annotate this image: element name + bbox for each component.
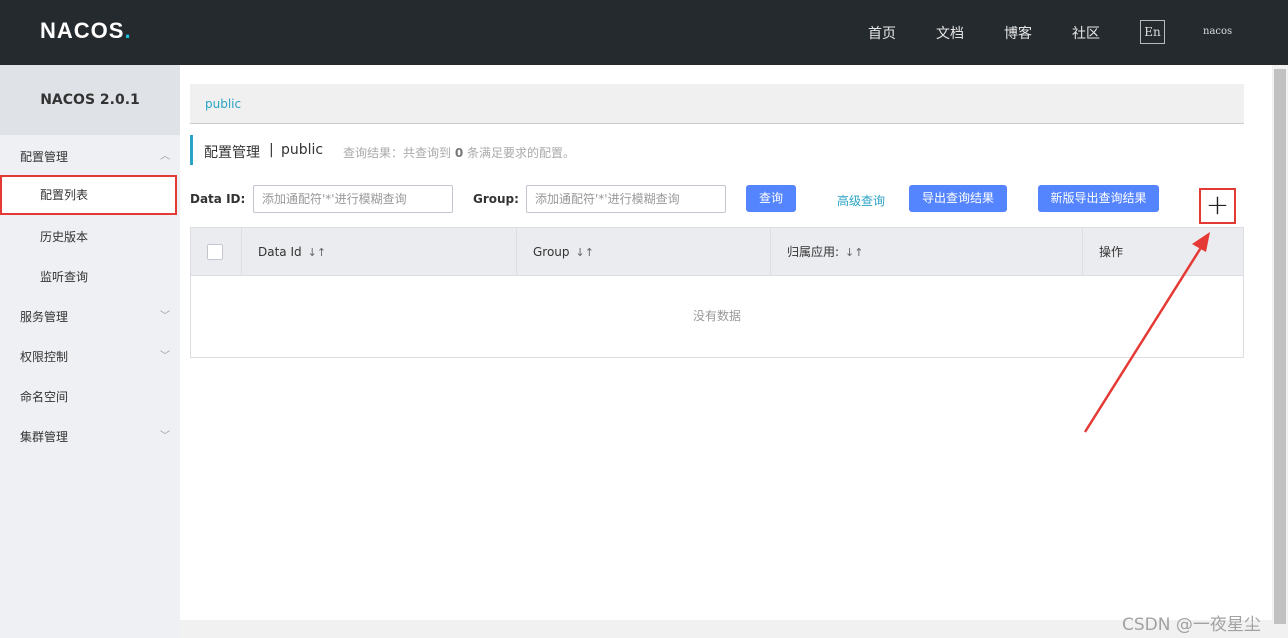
scrollbar-thumb[interactable] bbox=[1274, 69, 1286, 624]
annotation-arrow bbox=[1083, 232, 1210, 433]
horizontal-scrollbar[interactable] bbox=[180, 620, 1272, 638]
arrow-line bbox=[1083, 245, 1204, 433]
arrow-head bbox=[1192, 232, 1210, 252]
vertical-scrollbar[interactable] bbox=[1272, 65, 1288, 638]
watermark: CSDN @一夜星尘 bbox=[1122, 615, 1261, 635]
